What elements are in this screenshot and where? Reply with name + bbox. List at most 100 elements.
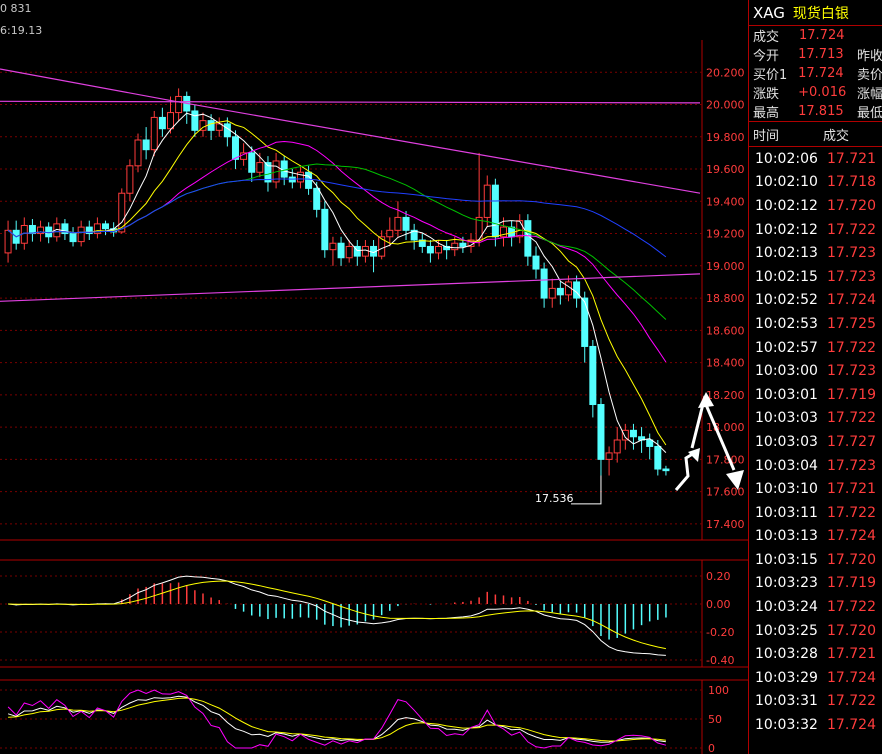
candle-body <box>329 242 337 251</box>
candle-body <box>548 287 556 299</box>
quote-row: 成交 17.724 <box>749 26 882 45</box>
axis-tick-label: 18.600 <box>706 324 745 337</box>
quote-value: 17.724 <box>799 28 845 43</box>
kdj-tick-label: 50 <box>708 713 722 726</box>
trend-line <box>0 68 701 194</box>
tick-time: 10:02:57 <box>755 339 818 356</box>
tick-price: 17.723 <box>827 268 876 285</box>
tick-time: 10:03:01 <box>755 386 818 403</box>
ticks-list[interactable]: 10:02:06 17.721 10:02:10 17.718 10:02:12 17.7… <box>749 147 882 737</box>
tick-row: 10:03:29 17.724 <box>749 666 882 690</box>
quote-label-2: 卖价 <box>856 68 882 83</box>
tick-time: 10:03:29 <box>755 669 818 686</box>
candle-body <box>435 245 443 254</box>
tick-price: 17.724 <box>827 528 876 545</box>
candle-body <box>662 468 670 472</box>
tick-time: 10:02:53 <box>755 315 818 332</box>
ticks-header-price: 成交 <box>823 128 850 144</box>
tick-row: 10:02:52 17.724 <box>749 289 882 313</box>
axis-tick-label: 17.400 <box>706 518 745 531</box>
candle-body <box>589 345 597 406</box>
candle-body <box>605 452 613 460</box>
tick-price: 17.723 <box>827 457 876 474</box>
axis-tick-label: 18.200 <box>706 389 745 402</box>
candle-body <box>581 297 589 347</box>
quote-label: 今开 <box>753 49 780 64</box>
candle-body <box>77 226 85 243</box>
candle-body <box>646 439 654 447</box>
tick-row: 10:03:03 17.722 <box>749 407 882 431</box>
tick-row: 10:03:00 17.723 <box>749 359 882 383</box>
candle-body <box>256 162 264 173</box>
quote-panel: XAG 现货白银 成交 17.724 今开 17.713 昨收 买价1 17.724 卖价 涨跌… <box>748 0 882 754</box>
candle-body <box>142 139 150 151</box>
tick-time: 10:03:03 <box>755 433 818 450</box>
tick-time: 10:02:12 <box>755 197 818 214</box>
tick-row: 10:02:13 17.723 <box>749 241 882 265</box>
tick-price: 17.719 <box>827 575 876 592</box>
tick-price: 17.718 <box>827 174 876 191</box>
tick-price: 17.725 <box>827 315 876 332</box>
axis-tick-label: 19.800 <box>706 131 745 144</box>
tick-price: 17.722 <box>827 339 876 356</box>
candle-body <box>629 429 637 438</box>
axis-tick-label: 19.200 <box>706 228 745 241</box>
tick-row: 10:03:10 17.721 <box>749 477 882 501</box>
candle-body <box>158 116 166 130</box>
tick-row: 10:03:24 17.722 <box>749 595 882 619</box>
candle-body <box>426 245 434 254</box>
axis-tick-label: 18.400 <box>706 357 745 370</box>
quote-label-2: 昨收 <box>856 49 882 64</box>
candle-body <box>524 220 532 257</box>
candle-body <box>69 233 77 243</box>
tick-row: 10:03:03 17.727 <box>749 430 882 454</box>
drawn-arrow-up <box>674 450 697 491</box>
candle-body <box>207 120 215 131</box>
symbol-name: 现货白银 <box>792 5 849 22</box>
tick-price: 17.720 <box>827 622 876 639</box>
tick-price: 17.721 <box>827 481 876 498</box>
axis-tick-label: 20.000 <box>706 99 745 112</box>
tick-row: 10:03:15 17.720 <box>749 548 882 572</box>
tick-price: 17.720 <box>827 197 876 214</box>
ma-line-20 <box>7 140 667 363</box>
candle-body <box>573 281 581 299</box>
candle-body <box>386 229 394 238</box>
tick-row: 10:02:12 17.720 <box>749 194 882 218</box>
chart-area[interactable]: 20.200 20.000 19.800 19.600 19.400 19.200 19.0… <box>0 0 748 754</box>
tick-time: 10:02:15 <box>755 268 818 285</box>
quote-row: 买价1 17.724 卖价 <box>749 64 882 83</box>
axis-tick-label: 19.600 <box>706 163 745 176</box>
tick-time: 10:03:25 <box>755 622 818 639</box>
candle-body <box>126 165 134 194</box>
quote-value: 17.724 <box>798 66 844 81</box>
candle-body <box>296 171 304 183</box>
tick-time: 10:03:24 <box>755 599 818 616</box>
tick-time: 10:03:13 <box>755 528 818 545</box>
symbol-code: XAG <box>753 3 785 22</box>
axis-tick-label: 17.800 <box>706 453 745 466</box>
quote-label-2: 最低 <box>856 106 882 121</box>
tick-price: 17.722 <box>827 693 876 710</box>
tick-price: 17.727 <box>827 433 876 450</box>
candle-body <box>556 287 564 296</box>
tick-price: 17.721 <box>827 150 876 167</box>
candle-body <box>191 110 199 131</box>
candle-body <box>451 242 459 251</box>
trend-line <box>0 100 701 104</box>
tick-time: 10:02:06 <box>755 150 818 167</box>
tick-row: 10:02:10 17.718 <box>749 171 882 195</box>
candles <box>4 88 670 476</box>
candle-body <box>4 229 12 254</box>
tick-row: 10:03:31 17.722 <box>749 690 882 714</box>
tick-time: 10:03:04 <box>755 457 818 474</box>
candle-body <box>280 160 288 178</box>
candle-body <box>134 139 142 167</box>
tick-row: 10:02:57 17.722 <box>749 336 882 360</box>
candle-body <box>175 95 183 114</box>
tick-time: 10:03:03 <box>755 410 818 427</box>
tick-time: 10:02:52 <box>755 292 818 309</box>
quote-label: 买价1 <box>753 68 788 83</box>
candle-body <box>394 216 402 231</box>
axis-tick-label: 18.800 <box>706 292 745 305</box>
